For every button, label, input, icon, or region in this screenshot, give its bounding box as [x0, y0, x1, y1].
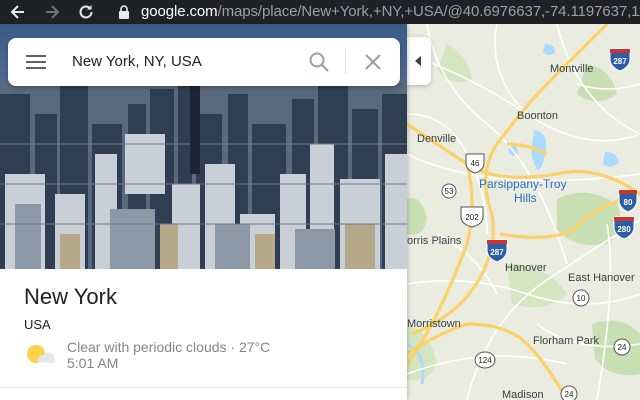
- route-53-shield: 53: [441, 183, 457, 199]
- map-label-denville: Denville: [417, 133, 456, 145]
- map-label-florham-park: Florham Park: [533, 335, 600, 347]
- search-icon[interactable]: [308, 51, 330, 73]
- browser-toolbar: google.com/maps/place/New+York,+NY,+USA/…: [0, 0, 640, 24]
- svg-text:53: 53: [445, 187, 454, 196]
- route-202-shield: 202: [460, 206, 484, 228]
- section-divider: [0, 387, 407, 388]
- forward-arrow-icon[interactable]: [42, 2, 62, 22]
- map-label-parsippany: Parsippany-Troy: [479, 177, 567, 191]
- svg-text:46: 46: [471, 159, 480, 168]
- local-time: 5:01 AM: [67, 355, 119, 371]
- interstate-280-shield: 280: [613, 216, 635, 240]
- map-label-hanover: Hanover: [505, 262, 547, 274]
- route-24-shield-south: 24: [560, 385, 578, 400]
- lock-icon: [119, 5, 129, 19]
- svg-text:80: 80: [624, 198, 633, 207]
- svg-text:24: 24: [618, 343, 627, 352]
- close-icon[interactable]: [363, 52, 383, 72]
- collapse-panel-button[interactable]: [407, 37, 431, 85]
- svg-text:287: 287: [490, 248, 504, 257]
- map-label-hills: Hills: [514, 191, 537, 205]
- map-label-morristown: Morristown: [407, 318, 461, 330]
- search-input[interactable]: New York, NY, USA: [72, 53, 202, 70]
- route-124-shield: 124: [474, 351, 496, 369]
- search-divider: [345, 50, 346, 74]
- map-label-madison: Madison: [502, 389, 544, 400]
- svg-text:10: 10: [577, 294, 586, 303]
- map-label-boonton: Boonton: [517, 110, 558, 122]
- place-panel: New York, NY, USA New York USA Clear wit…: [0, 24, 407, 400]
- svg-text:287: 287: [613, 57, 627, 66]
- map-label-east-hanover: East Hanover: [568, 272, 635, 284]
- partly-cloudy-icon: [27, 345, 55, 363]
- address-bar[interactable]: google.com/maps/place/New+York,+NY,+USA/…: [141, 3, 640, 20]
- caret-left-icon: [415, 56, 421, 66]
- weather-description: Clear with periodic clouds · 27°C: [67, 339, 271, 355]
- url-host: google.com: [141, 3, 218, 20]
- route-46-shield: 46: [465, 153, 485, 174]
- svg-text:280: 280: [617, 225, 631, 234]
- map-canvas[interactable]: Montville Boonton Denville Parsippany-Tr…: [407, 24, 640, 400]
- route-10-shield: 10: [572, 289, 590, 307]
- svg-text:124: 124: [478, 356, 492, 365]
- search-box[interactable]: New York, NY, USA: [8, 38, 400, 86]
- interstate-80-shield: 80: [618, 189, 638, 213]
- svg-text:24: 24: [565, 390, 574, 399]
- map-label-morris-plains: orris Plains: [407, 235, 462, 247]
- menu-icon[interactable]: [26, 54, 46, 70]
- svg-text:202: 202: [465, 213, 479, 222]
- place-country: USA: [24, 317, 51, 332]
- url-path: /maps/place/New+York,+NY,+USA/@40.697663…: [217, 3, 640, 20]
- place-title: New York: [24, 284, 117, 309]
- map-label-montville: Montville: [550, 63, 593, 75]
- back-arrow-icon[interactable]: [8, 2, 28, 22]
- route-24-shield: 24: [613, 338, 631, 356]
- reload-icon[interactable]: [76, 2, 96, 22]
- interstate-287-shield-top: 287: [609, 48, 631, 72]
